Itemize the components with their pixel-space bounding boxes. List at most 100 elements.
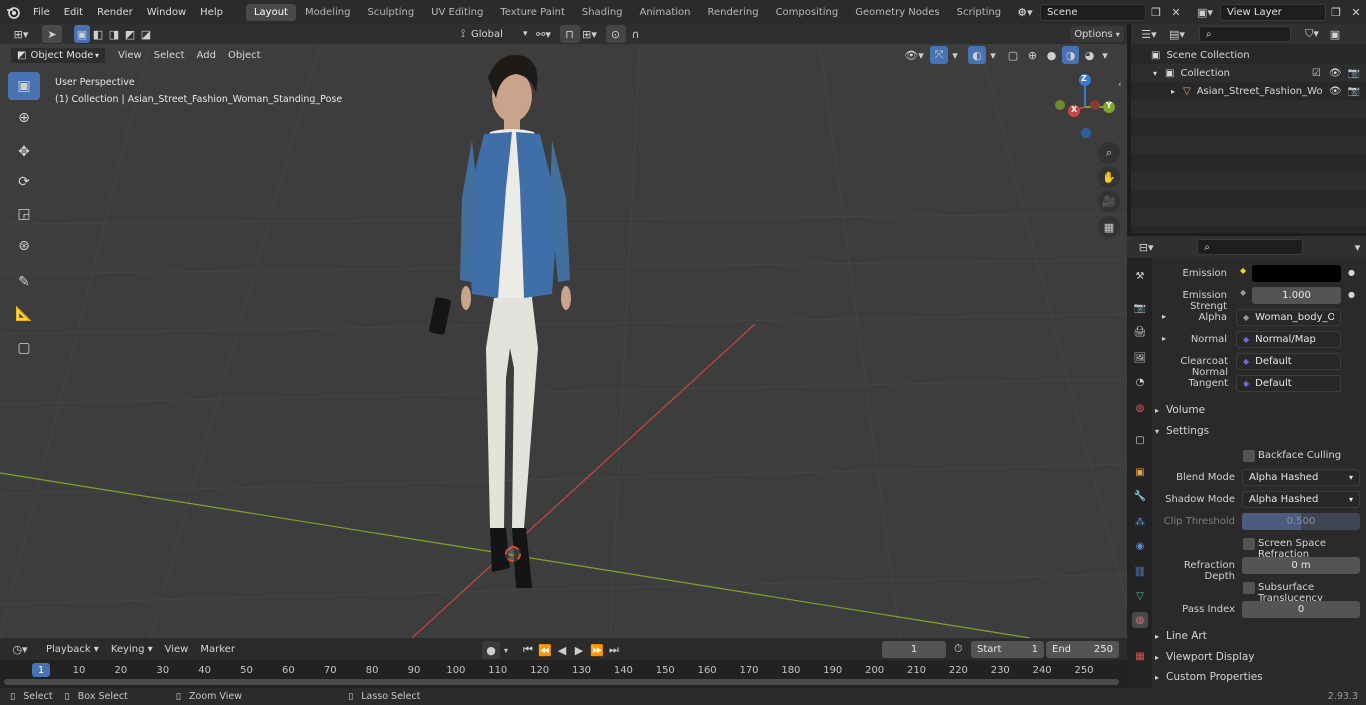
menu-object[interactable]: Object: [222, 50, 267, 61]
emission-strength-field[interactable]: 1.000: [1252, 287, 1341, 304]
tab-uv-editing[interactable]: UV Editing: [423, 4, 491, 21]
particles-tab-icon[interactable]: ⁂: [1132, 514, 1148, 530]
tab-layout[interactable]: Layout: [245, 3, 296, 21]
end-frame-field[interactable]: End 250: [1046, 641, 1119, 658]
shading-material-icon[interactable]: ◑: [1062, 46, 1079, 64]
normal-link-field[interactable]: ◆ Normal/Map: [1236, 331, 1341, 348]
outliner-row-object[interactable]: ▸ ▽ Asian_Street_Fashion_Wo 👁 📷: [1131, 82, 1366, 100]
tangent-field[interactable]: ◆ Default: [1236, 375, 1341, 392]
move-tool[interactable]: ✥: [8, 138, 40, 166]
3d-viewport[interactable]: User Perspective (1) Collection | Asian_…: [0, 44, 1127, 638]
render-tab-icon[interactable]: 📷: [1132, 300, 1148, 316]
line-art-section-header[interactable]: ▸ Line Art: [1155, 630, 1207, 642]
menu-marker[interactable]: Marker: [194, 644, 241, 655]
menu-add[interactable]: Add: [191, 50, 222, 61]
screen-space-refraction-checkbox[interactable]: [1243, 538, 1255, 550]
woman-figure-model[interactable]: [420, 48, 620, 588]
output-tab-icon[interactable]: 🖨: [1132, 324, 1148, 340]
timeline-editor-icon[interactable]: ◷▾: [6, 640, 34, 658]
shadow-mode-dropdown[interactable]: Alpha Hashed ▾: [1242, 491, 1360, 508]
expand-arrow-icon[interactable]: ▸: [1162, 334, 1166, 343]
backface-culling-checkbox[interactable]: [1243, 450, 1255, 462]
eye-icon[interactable]: 👁: [1329, 86, 1342, 97]
constraints-tab-icon[interactable]: ⛓: [1132, 564, 1148, 580]
modifier-tab-icon[interactable]: 🔧: [1132, 488, 1148, 504]
pass-index-field[interactable]: 0: [1242, 601, 1360, 618]
play-icon[interactable]: ▶: [570, 641, 588, 659]
volume-section-header[interactable]: ▸ Volume: [1155, 404, 1205, 416]
select-invert-icon[interactable]: ◩: [122, 25, 138, 43]
emission-color-swatch[interactable]: [1252, 265, 1341, 282]
menu-file[interactable]: File: [26, 7, 57, 18]
options-dropdown[interactable]: Options ▾: [1070, 26, 1124, 42]
gizmo-dropdown-icon[interactable]: ▾: [950, 46, 960, 64]
object-tab-icon[interactable]: ▣: [1132, 464, 1148, 480]
shading-dropdown-icon[interactable]: ▾: [1100, 46, 1110, 64]
scene-tab-icon[interactable]: ◔: [1132, 374, 1148, 390]
alpha-link-field[interactable]: ◆Woman_body_Opac...: [1236, 309, 1341, 326]
xray-toggle-icon[interactable]: ▢: [1004, 46, 1022, 64]
outliner-row-collection[interactable]: ▾ ▣ Collection ☑ 👁 📷: [1131, 64, 1366, 82]
delete-scene-icon[interactable]: ✕: [1166, 3, 1186, 21]
navigation-gizmo[interactable]: Z Y X: [1050, 72, 1120, 142]
tool-select-icon[interactable]: ➤: [42, 25, 62, 43]
blender-logo-icon[interactable]: [0, 0, 26, 24]
properties-search-input[interactable]: ⌕: [1197, 239, 1304, 255]
measure-tool[interactable]: 📐: [8, 300, 40, 328]
perspective-toggle-icon[interactable]: ▦: [1098, 216, 1120, 238]
filter-icon[interactable]: ⛉▾: [1299, 25, 1325, 43]
display-mode-icon[interactable]: ▤▾: [1163, 25, 1191, 43]
data-tab-icon[interactable]: ▽: [1132, 588, 1148, 604]
overlay-toggle-icon[interactable]: ◐: [968, 46, 986, 64]
outliner-search-input[interactable]: ⌕: [1199, 26, 1291, 42]
tab-compositing[interactable]: Compositing: [768, 4, 847, 21]
falloff-icon[interactable]: ∩: [626, 25, 646, 43]
3d-cursor-icon[interactable]: [505, 546, 521, 562]
select-extend-icon[interactable]: ◧: [90, 25, 106, 43]
tool-tab-icon[interactable]: ⚒: [1132, 268, 1148, 284]
checkbox-icon[interactable]: ☑: [1312, 68, 1321, 79]
camera-icon[interactable]: 📷: [1348, 68, 1360, 79]
next-keyframe-icon[interactable]: ⏩: [588, 641, 606, 659]
properties-editor-icon[interactable]: ⊟▾: [1133, 238, 1159, 256]
select-box-tool[interactable]: ▣: [8, 72, 40, 100]
menu-timeline-view[interactable]: View: [159, 644, 195, 655]
menu-playback[interactable]: Playback ▾: [40, 644, 105, 655]
annotate-tool[interactable]: ✎: [8, 268, 40, 296]
shading-wireframe-icon[interactable]: ⊕: [1024, 46, 1041, 64]
view-layer-tab-icon[interactable]: 🖼: [1132, 350, 1148, 366]
blend-mode-dropdown[interactable]: Alpha Hashed ▾: [1242, 469, 1360, 486]
tab-geometry-nodes[interactable]: Geometry Nodes: [847, 4, 947, 21]
collapse-sidebar-icon[interactable]: ‹: [1118, 80, 1122, 90]
tab-sculpting[interactable]: Sculpting: [359, 4, 422, 21]
collection-tab-icon[interactable]: ▢: [1132, 432, 1148, 448]
world-tab-icon[interactable]: ◍: [1132, 400, 1148, 416]
snap-target-icon[interactable]: ⊞▾: [580, 25, 600, 43]
transform-orientation[interactable]: Global: [471, 29, 523, 40]
gizmo-toggle-icon[interactable]: ⤧: [930, 46, 948, 64]
expand-arrow-icon[interactable]: ▸: [1171, 87, 1175, 96]
tab-animation[interactable]: Animation: [632, 4, 699, 21]
tab-scripting[interactable]: Scripting: [949, 4, 1009, 21]
texture-tab-icon[interactable]: ▦: [1132, 648, 1148, 664]
settings-section-header[interactable]: ▾ Settings: [1155, 425, 1209, 437]
view-layer-icon[interactable]: ▣▾: [1192, 3, 1218, 21]
scene-field[interactable]: Scene: [1040, 3, 1146, 21]
menu-help[interactable]: Help: [193, 7, 230, 18]
keyframe-dot-icon[interactable]: ●: [1348, 290, 1355, 299]
new-view-layer-icon[interactable]: ❐: [1326, 3, 1346, 21]
view-layer-field[interactable]: View Layer: [1220, 3, 1326, 21]
expand-arrow-icon[interactable]: ▾: [1153, 69, 1157, 78]
outliner-editor-icon[interactable]: ☰▾: [1135, 25, 1163, 43]
shading-solid-icon[interactable]: ●: [1043, 46, 1060, 64]
camera-view-icon[interactable]: 🎥: [1098, 190, 1120, 212]
transform-tool[interactable]: ⊛: [8, 232, 40, 260]
pan-hand-icon[interactable]: ✋: [1098, 166, 1120, 188]
zoom-icon[interactable]: ⌕: [1098, 142, 1120, 164]
shading-rendered-icon[interactable]: ◕: [1081, 46, 1098, 64]
overlay-dropdown-icon[interactable]: ▾: [988, 46, 998, 64]
visibility-selector-icon[interactable]: 👁▾: [900, 46, 928, 64]
mode-selector[interactable]: ◩ Object Mode ▾: [10, 46, 106, 64]
menu-edit[interactable]: Edit: [57, 7, 90, 18]
jump-start-icon[interactable]: ⏮: [520, 641, 536, 659]
